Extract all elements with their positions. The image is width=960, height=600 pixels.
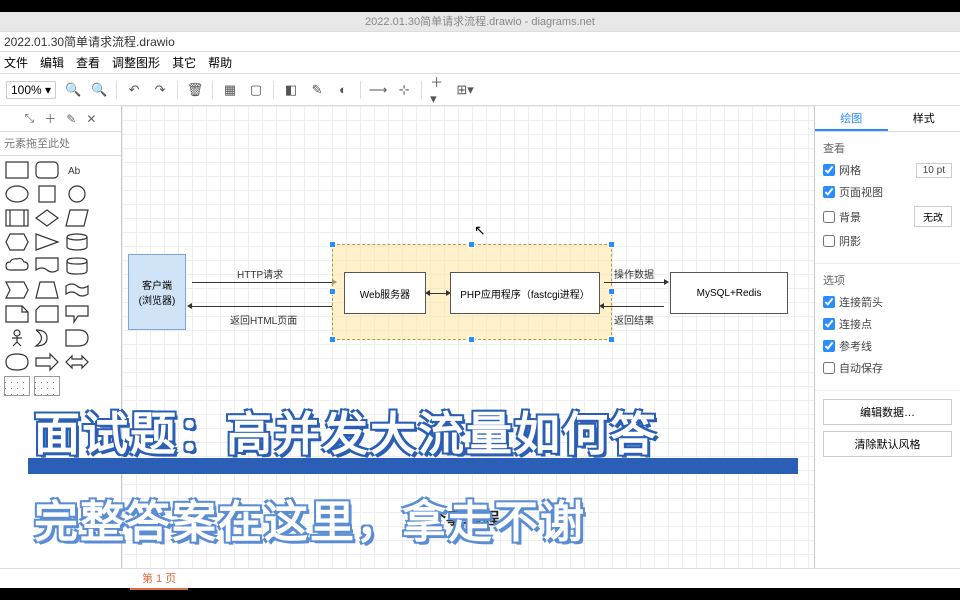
shape-arrow-r[interactable] [34,352,60,372]
chk-conn-points[interactable] [823,318,835,330]
waypoint-icon[interactable]: ⊹ [395,81,413,99]
shape-hatch2[interactable] [34,376,60,396]
file-name: 2022.01.30简单请求流程.drawio [0,32,960,52]
add-shape-icon[interactable]: ＋ [44,110,56,127]
menu-file[interactable]: 文件 [4,54,28,71]
left-toolbar: ⤡ ＋ ✎ ✕ [0,106,121,132]
btn-reset[interactable]: 无改 [914,206,952,227]
shape-ellipse[interactable] [4,184,30,204]
zoom-out-icon[interactable]: 🔍 [90,81,108,99]
shape-note[interactable] [4,304,30,324]
caption-divider [28,458,798,474]
shape-triangle[interactable] [34,232,60,252]
menu-view[interactable]: 查看 [76,54,100,71]
shape-arrow-lr[interactable] [64,352,90,372]
shape-cylinder2[interactable] [64,256,90,276]
chk-autosave[interactable] [823,362,835,374]
shape-circle[interactable] [64,184,90,204]
caption-line-2: 完整答案在这里，拿走不谢 [34,486,586,550]
shape-card[interactable] [34,304,60,324]
close-panel-icon[interactable]: ✕ [86,112,96,126]
node-client[interactable]: 客户端 (浏览器) [128,254,186,330]
shape-document[interactable] [34,256,60,276]
shape-drop-hint[interactable] [4,138,117,150]
section-view-title: 查看 [823,140,952,156]
delete-icon[interactable]: 🗑 [186,81,204,99]
menu-bar: 文件 编辑 查看 调整图形 其它 帮助 [0,52,960,74]
grid-size[interactable]: 10 pt [916,163,952,178]
label-http-request: HTTP请求 [237,266,283,281]
edge-db-op[interactable] [604,282,664,283]
sidebar-dropzone [0,132,121,156]
section-options-title: 选项 [823,272,952,288]
btn-clear-style[interactable]: 清除默认风格 [823,431,952,457]
shape-process[interactable] [4,208,30,228]
shape-rounded[interactable] [34,160,60,180]
label-html-response: 返回HTML页面 [230,312,297,327]
menu-adjust[interactable]: 调整图形 [112,54,160,71]
table-icon[interactable]: ⊞▾ [456,81,474,99]
edge-db-result[interactable] [604,306,664,307]
shape-trapezoid[interactable] [34,280,60,300]
shape-actor[interactable] [4,328,30,348]
menu-help[interactable]: 帮助 [208,54,232,71]
to-front-icon[interactable]: ▦ [221,81,239,99]
toolbar: 100% ▾ 🔍 🔍 ↶ ↷ 🗑 ▦ ▢ ◧ ✎ ◐ ⟶ ⊹ ＋▾ ⊞▾ [0,74,960,106]
shape-text[interactable]: Ab [64,160,90,180]
shape-diamond[interactable] [34,208,60,228]
collapse-icon[interactable]: ⤡ [25,111,35,126]
page-tab-1[interactable]: 第 1 页 [130,568,188,590]
shape-hatch[interactable] [4,376,30,396]
menu-other[interactable]: 其它 [172,54,196,71]
shape-hexagon[interactable] [4,232,30,252]
shape-rect[interactable] [4,160,30,180]
zoom-selector[interactable]: 100% ▾ [6,81,56,99]
insert-icon[interactable]: ＋▾ [430,81,448,99]
right-tabs: 绘图 样式 [815,106,960,132]
connection-icon[interactable]: ⟶ [369,81,387,99]
fill-color-icon[interactable]: ◧ [282,81,300,99]
node-php-app[interactable]: PHP应用程序（fastcgi进程） [450,272,600,314]
zoom-in-icon[interactable]: 🔍 [64,81,82,99]
edge-html-response[interactable] [192,306,332,307]
chk-conn-arrows[interactable] [823,296,835,308]
to-back-icon[interactable]: ▢ [247,81,265,99]
chk-background[interactable] [823,211,835,223]
tab-diagram[interactable]: 绘图 [815,106,888,131]
shape-or[interactable] [34,328,60,348]
node-database[interactable]: MySQL+Redis [670,272,788,314]
shape-tape[interactable] [64,280,90,300]
menu-edit[interactable]: 编辑 [40,54,64,71]
node-web-server[interactable]: Web服务器 [344,272,426,314]
shape-cloud[interactable] [4,256,30,276]
shape-cylinder[interactable] [64,232,90,252]
chk-grid[interactable] [823,164,835,176]
btn-edit-data[interactable]: 编辑数据… [823,399,952,425]
shape-parallelogram[interactable] [64,208,90,228]
window-title: 2022.01.30简单请求流程.drawio - diagrams.net [0,12,960,32]
undo-icon[interactable]: ↶ [125,81,143,99]
shape-and[interactable] [64,328,90,348]
shadow-icon[interactable]: ◐ [334,81,352,99]
chk-shadow[interactable] [823,235,835,247]
chk-guides[interactable] [823,340,835,352]
svg-text:Ab: Ab [68,166,81,177]
shape-square[interactable] [34,184,60,204]
label-db-result: 返回结果 [614,312,654,327]
label-db-op: 操作数据 [614,266,654,281]
cursor-icon: ↖ [474,222,486,239]
page-tab-bar: 第 1 页 [0,568,960,588]
edit-shape-icon[interactable]: ✎ [66,112,76,126]
shape-callout[interactable] [64,304,90,324]
caption-line-1: 面试题：高并发大流量如何答 [34,398,658,464]
edge-web-php[interactable] [430,293,446,294]
right-panel: 绘图 样式 查看 网格10 pt 页面视图 背景无改 阴影 选项 连接箭头 连接… [814,106,960,568]
edge-http-request[interactable] [192,282,332,283]
shape-data[interactable] [4,352,30,372]
shape-step[interactable] [4,280,30,300]
chk-page-view[interactable] [823,186,835,198]
tab-style[interactable]: 样式 [888,106,960,131]
redo-icon[interactable]: ↷ [151,81,169,99]
line-color-icon[interactable]: ✎ [308,81,326,99]
